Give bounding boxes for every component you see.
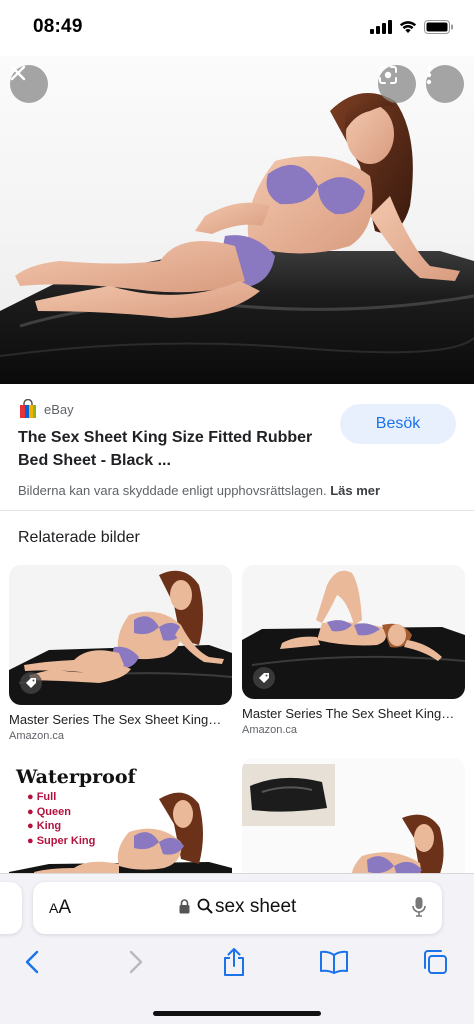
divider <box>0 510 474 511</box>
close-button[interactable] <box>10 65 48 103</box>
related-image-thumbnail[interactable] <box>242 565 465 699</box>
related-image-source: Amazon.ca <box>9 730 65 742</box>
more-options-button[interactable] <box>426 65 464 103</box>
share-button[interactable] <box>218 946 250 978</box>
chevron-right-icon <box>129 950 143 974</box>
lens-icon <box>379 66 397 84</box>
related-image-thumbnail[interactable] <box>9 565 232 705</box>
related-image-source: Amazon.ca <box>242 724 298 736</box>
browser-toolbar: AA sex sheet <box>0 873 474 1024</box>
related-image-card[interactable]: Waterproof ● Full ● Queen ● King ● Super… <box>9 764 232 904</box>
related-image-title[interactable]: Master Series The Sex Sheet King… <box>9 712 232 727</box>
status-icons <box>370 20 454 34</box>
product-tag-icon <box>253 667 275 689</box>
size-list-item: ● Full <box>27 791 57 803</box>
product-title[interactable]: The Sex Sheet King Size Fitted Rubber Be… <box>18 426 328 472</box>
size-list: ● Full ● Queen ● King ● Super King <box>27 790 95 848</box>
result-info: eBay The Sex Sheet King Size Fitted Rubb… <box>0 384 474 512</box>
related-images-heading: Relaterade bilder <box>18 529 140 546</box>
lock-icon <box>179 899 190 914</box>
address-text: sex sheet <box>214 896 297 917</box>
related-image-illustration <box>242 565 465 699</box>
book-icon <box>320 950 348 974</box>
source-name[interactable]: eBay <box>44 402 74 417</box>
size-list-item: ● Queen <box>27 805 71 818</box>
status-time: 08:49 <box>33 16 83 37</box>
copyright-text: Bilderna kan vara skyddade enligt upphov… <box>18 483 327 498</box>
related-image-card[interactable]: Master Series The Sex Sheet King… Amazon… <box>9 565 232 745</box>
ebay-shopping-bag-icon <box>20 399 36 418</box>
status-bar: 08:49 <box>0 0 474 56</box>
hero-illustration <box>0 93 474 384</box>
product-tag-icon <box>20 672 42 694</box>
related-image-illustration <box>9 565 232 705</box>
close-icon <box>10 65 26 81</box>
hero-image[interactable] <box>0 56 474 384</box>
size-list-item: ● Super King <box>27 834 96 847</box>
visit-button[interactable]: Besök <box>340 404 456 444</box>
tabs-icon <box>424 950 447 974</box>
copyright-notice: Bilderna kan vara skyddade enligt upphov… <box>18 483 380 498</box>
back-button[interactable] <box>16 946 48 978</box>
cellular-signal-icon <box>370 20 392 34</box>
related-image-title[interactable]: Master Series The Sex Sheet King… <box>242 706 465 721</box>
address-bar[interactable]: AA sex sheet <box>33 882 442 934</box>
home-indicator <box>153 1011 321 1016</box>
app-root: 08:49 eBay The Sex Sheet King Size Fitte… <box>0 0 474 1024</box>
chevron-left-icon <box>25 950 39 974</box>
learn-more-link[interactable]: Läs mer <box>330 483 380 498</box>
related-image-card[interactable]: Master Series The Sex Sheet King… Amazon… <box>242 565 465 740</box>
more-vertical-icon <box>426 65 432 85</box>
lens-button[interactable] <box>378 65 416 103</box>
share-icon <box>224 948 244 976</box>
address-field[interactable]: sex sheet <box>33 896 442 918</box>
bookmarks-button[interactable] <box>318 946 350 978</box>
battery-icon <box>424 20 453 34</box>
size-list-item: ● King <box>27 820 62 832</box>
search-icon <box>197 898 213 914</box>
previous-tab-preview[interactable] <box>0 882 22 934</box>
forward-button[interactable] <box>120 946 152 978</box>
tabs-button[interactable] <box>419 946 451 978</box>
microphone-icon[interactable] <box>412 896 426 918</box>
waterproof-heading: Waterproof <box>16 766 136 788</box>
related-image-card[interactable] <box>242 758 465 898</box>
wifi-icon <box>399 21 417 33</box>
